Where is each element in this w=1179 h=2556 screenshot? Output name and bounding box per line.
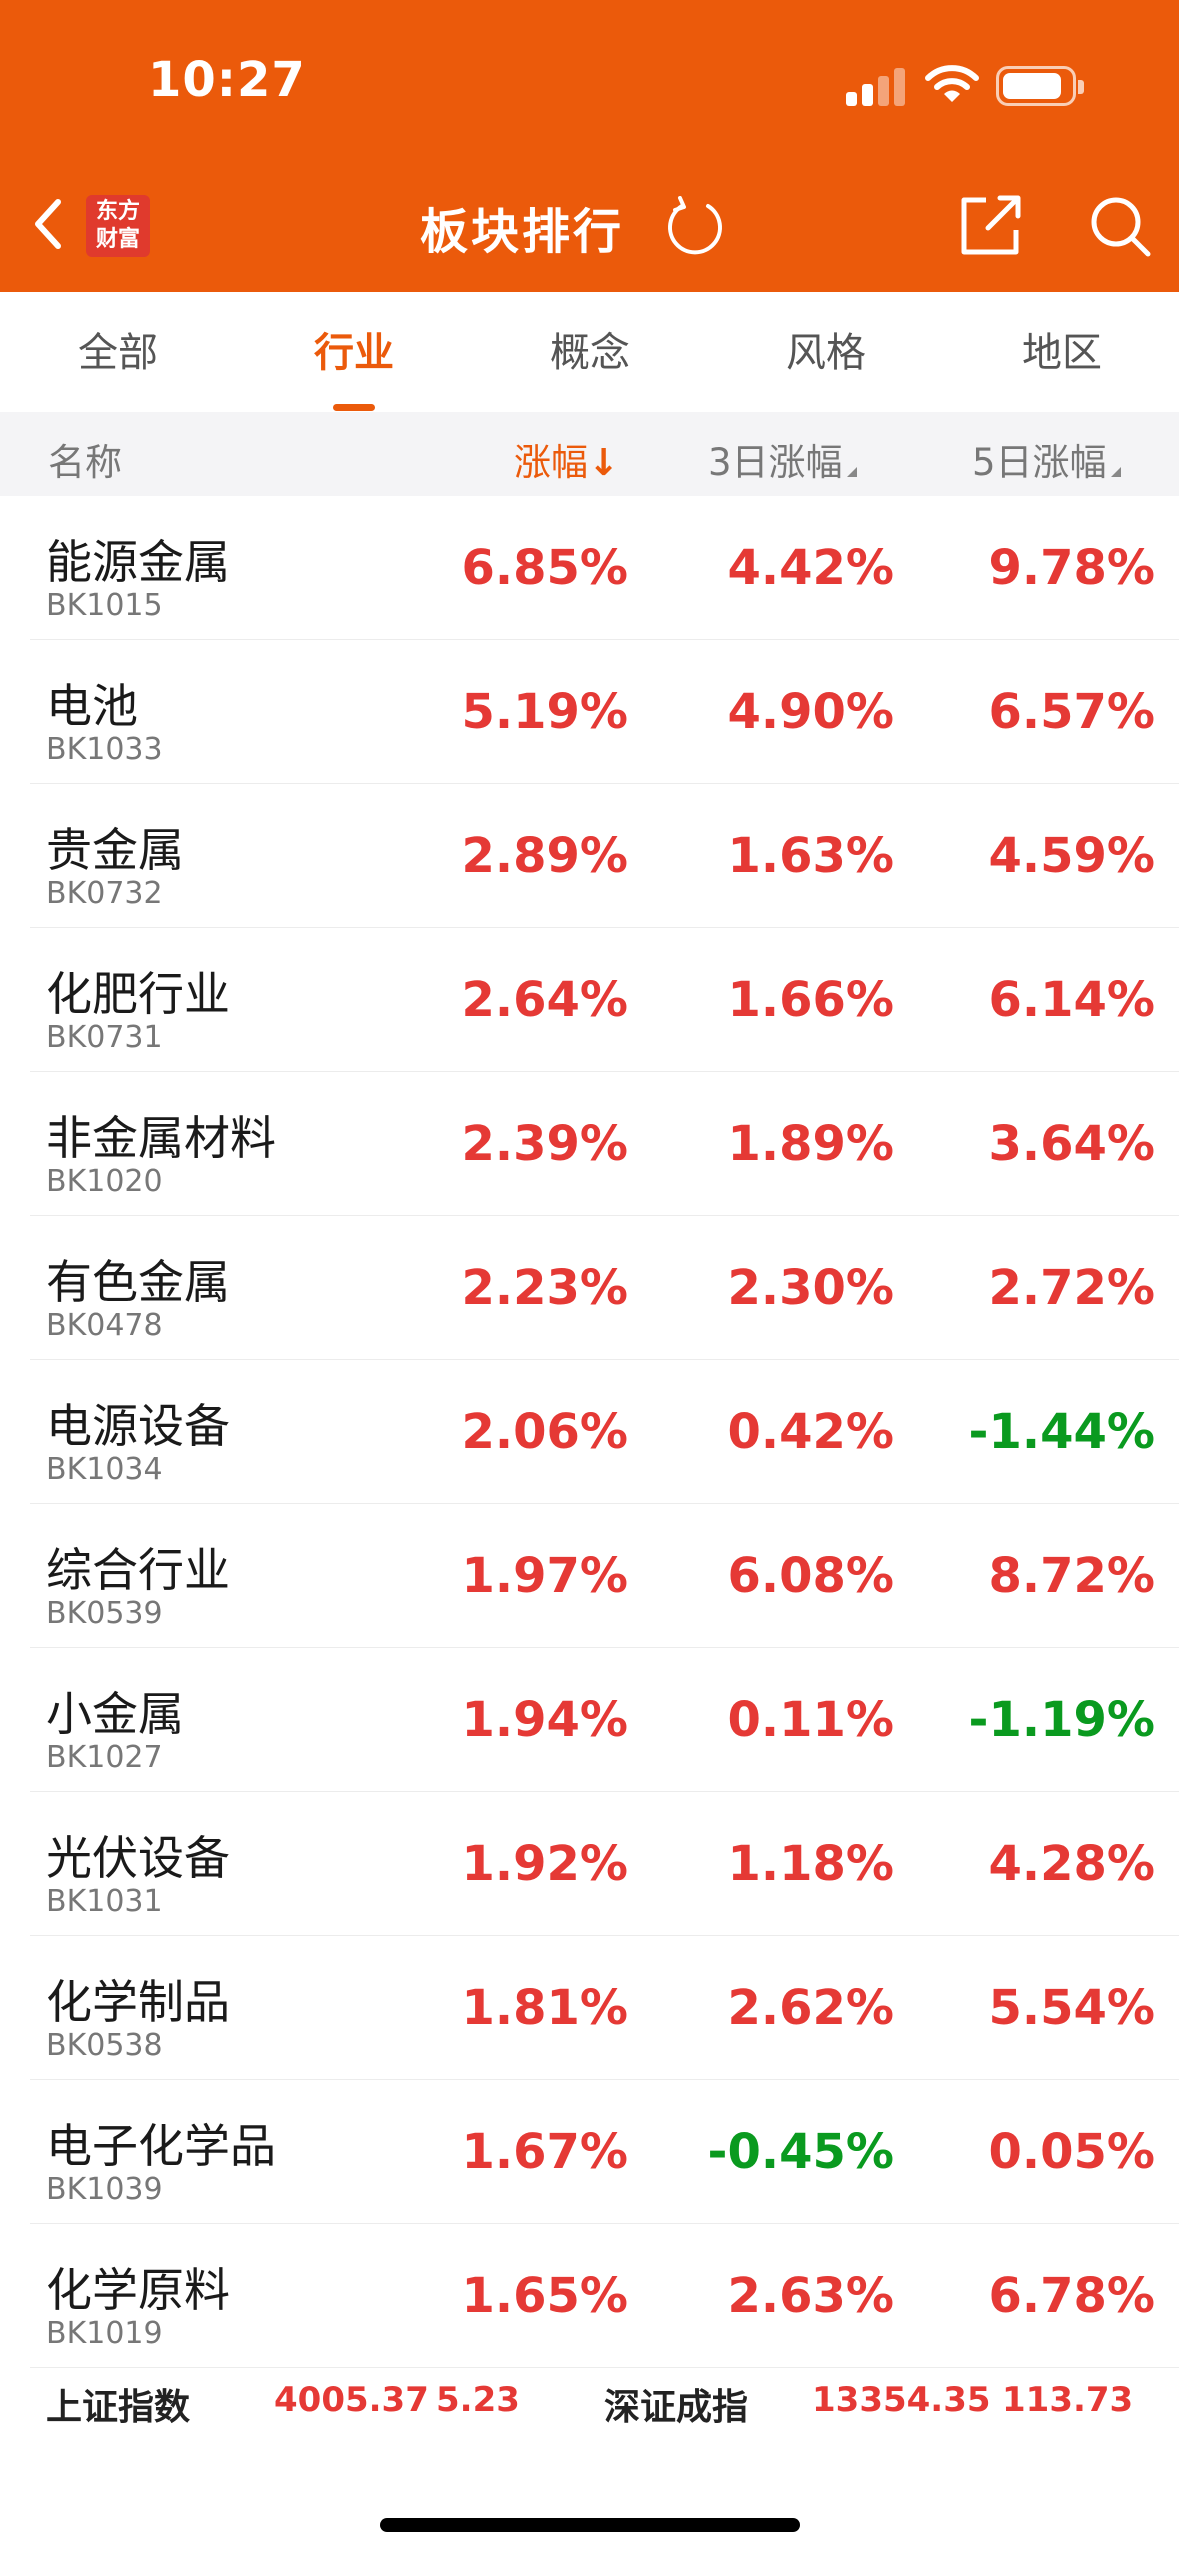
column-name-header: 名称 xyxy=(48,441,122,484)
sh-index-label: 上证指数 xyxy=(46,2387,191,2428)
column-change-header[interactable]: 涨幅↓ xyxy=(514,432,619,486)
back-icon[interactable] xyxy=(28,194,68,254)
list-item[interactable]: 小金属 BK1027 1.94% 0.11% -1.19% xyxy=(30,1648,1179,1792)
app-logo[interactable]: 东方 财富 xyxy=(86,195,150,257)
list-item[interactable]: 综合行业 BK0539 1.97% 6.08% 8.72% xyxy=(30,1504,1179,1648)
share-icon[interactable] xyxy=(958,192,1024,258)
list-item[interactable]: 化肥行业 BK0731 2.64% 1.66% 6.14% xyxy=(30,928,1179,1072)
sz-index-label: 深证成指 xyxy=(604,2387,749,2428)
home-indicator[interactable] xyxy=(380,2518,800,2532)
list-item[interactable]: 电池 BK1033 5.19% 4.90% 6.57% xyxy=(30,640,1179,784)
list-item[interactable]: 化学制品 BK0538 1.81% 2.62% 5.54% xyxy=(30,1936,1179,2080)
status-time: 10:27 xyxy=(148,52,306,108)
sort-desc-icon: ↓ xyxy=(588,441,620,484)
sz-index-value: 13354.35 xyxy=(812,2380,991,2420)
app-header: 10:27 东方 财富 板块排行 xyxy=(0,0,1179,292)
sh-index-change: 5.23 xyxy=(436,2380,520,2420)
tab-region[interactable]: 地区 xyxy=(992,320,1132,378)
list-item[interactable]: 有色金属 BK0478 2.23% 2.30% 2.72% xyxy=(30,1216,1179,1360)
signal-icon xyxy=(846,66,906,106)
sh-index-value: 4005.37 xyxy=(274,2380,429,2420)
battery-icon xyxy=(996,66,1084,106)
tab-all[interactable]: 全部 xyxy=(48,320,188,378)
list-item[interactable]: 电子化学品 BK1039 1.67% -0.45% 0.05% xyxy=(30,2080,1179,2224)
tab-industry[interactable]: 行业 xyxy=(284,320,424,378)
list-item[interactable]: 贵金属 BK0732 2.89% 1.63% 4.59% xyxy=(30,784,1179,928)
list-item[interactable]: 电源设备 BK1034 2.06% 0.42% -1.44% xyxy=(30,1360,1179,1504)
column-header-row: 名称 涨幅↓ 3日涨幅 5日涨幅 xyxy=(0,412,1179,496)
wifi-icon xyxy=(925,65,979,102)
sz-index-change: 113.73 xyxy=(1002,2380,1134,2420)
sort-icon xyxy=(846,467,857,477)
list-item[interactable]: 能源金属 BK1015 6.85% 4.42% 9.78% xyxy=(30,496,1179,640)
search-icon[interactable] xyxy=(1088,194,1152,258)
list-item[interactable]: 非金属材料 BK1020 2.39% 1.89% 3.64% xyxy=(30,1072,1179,1216)
active-tab-indicator xyxy=(333,404,375,411)
list-item[interactable]: 化学原料 BK1019 1.65% 2.63% 6.78% xyxy=(30,2224,1179,2368)
sector-list: 能源金属 BK1015 6.85% 4.42% 9.78% 电池 BK1033 … xyxy=(0,496,1179,2368)
category-tabs: 全部 行业 概念 风格 地区 xyxy=(0,292,1179,412)
market-index-bar[interactable]: 上证指数 4005.37 5.23 深证成指 13354.35 113.73 xyxy=(0,2368,1179,2438)
sort-icon xyxy=(1110,467,1121,477)
tab-concept[interactable]: 概念 xyxy=(520,320,660,378)
column-change-5d-header[interactable]: 5日涨幅 xyxy=(972,432,1121,486)
column-change-3d-header[interactable]: 3日涨幅 xyxy=(708,432,857,486)
page-title: 板块排行 xyxy=(420,204,625,260)
refresh-icon[interactable] xyxy=(664,196,726,258)
list-item[interactable]: 光伏设备 BK1031 1.92% 1.18% 4.28% xyxy=(30,1792,1179,1936)
tab-style[interactable]: 风格 xyxy=(756,320,896,378)
